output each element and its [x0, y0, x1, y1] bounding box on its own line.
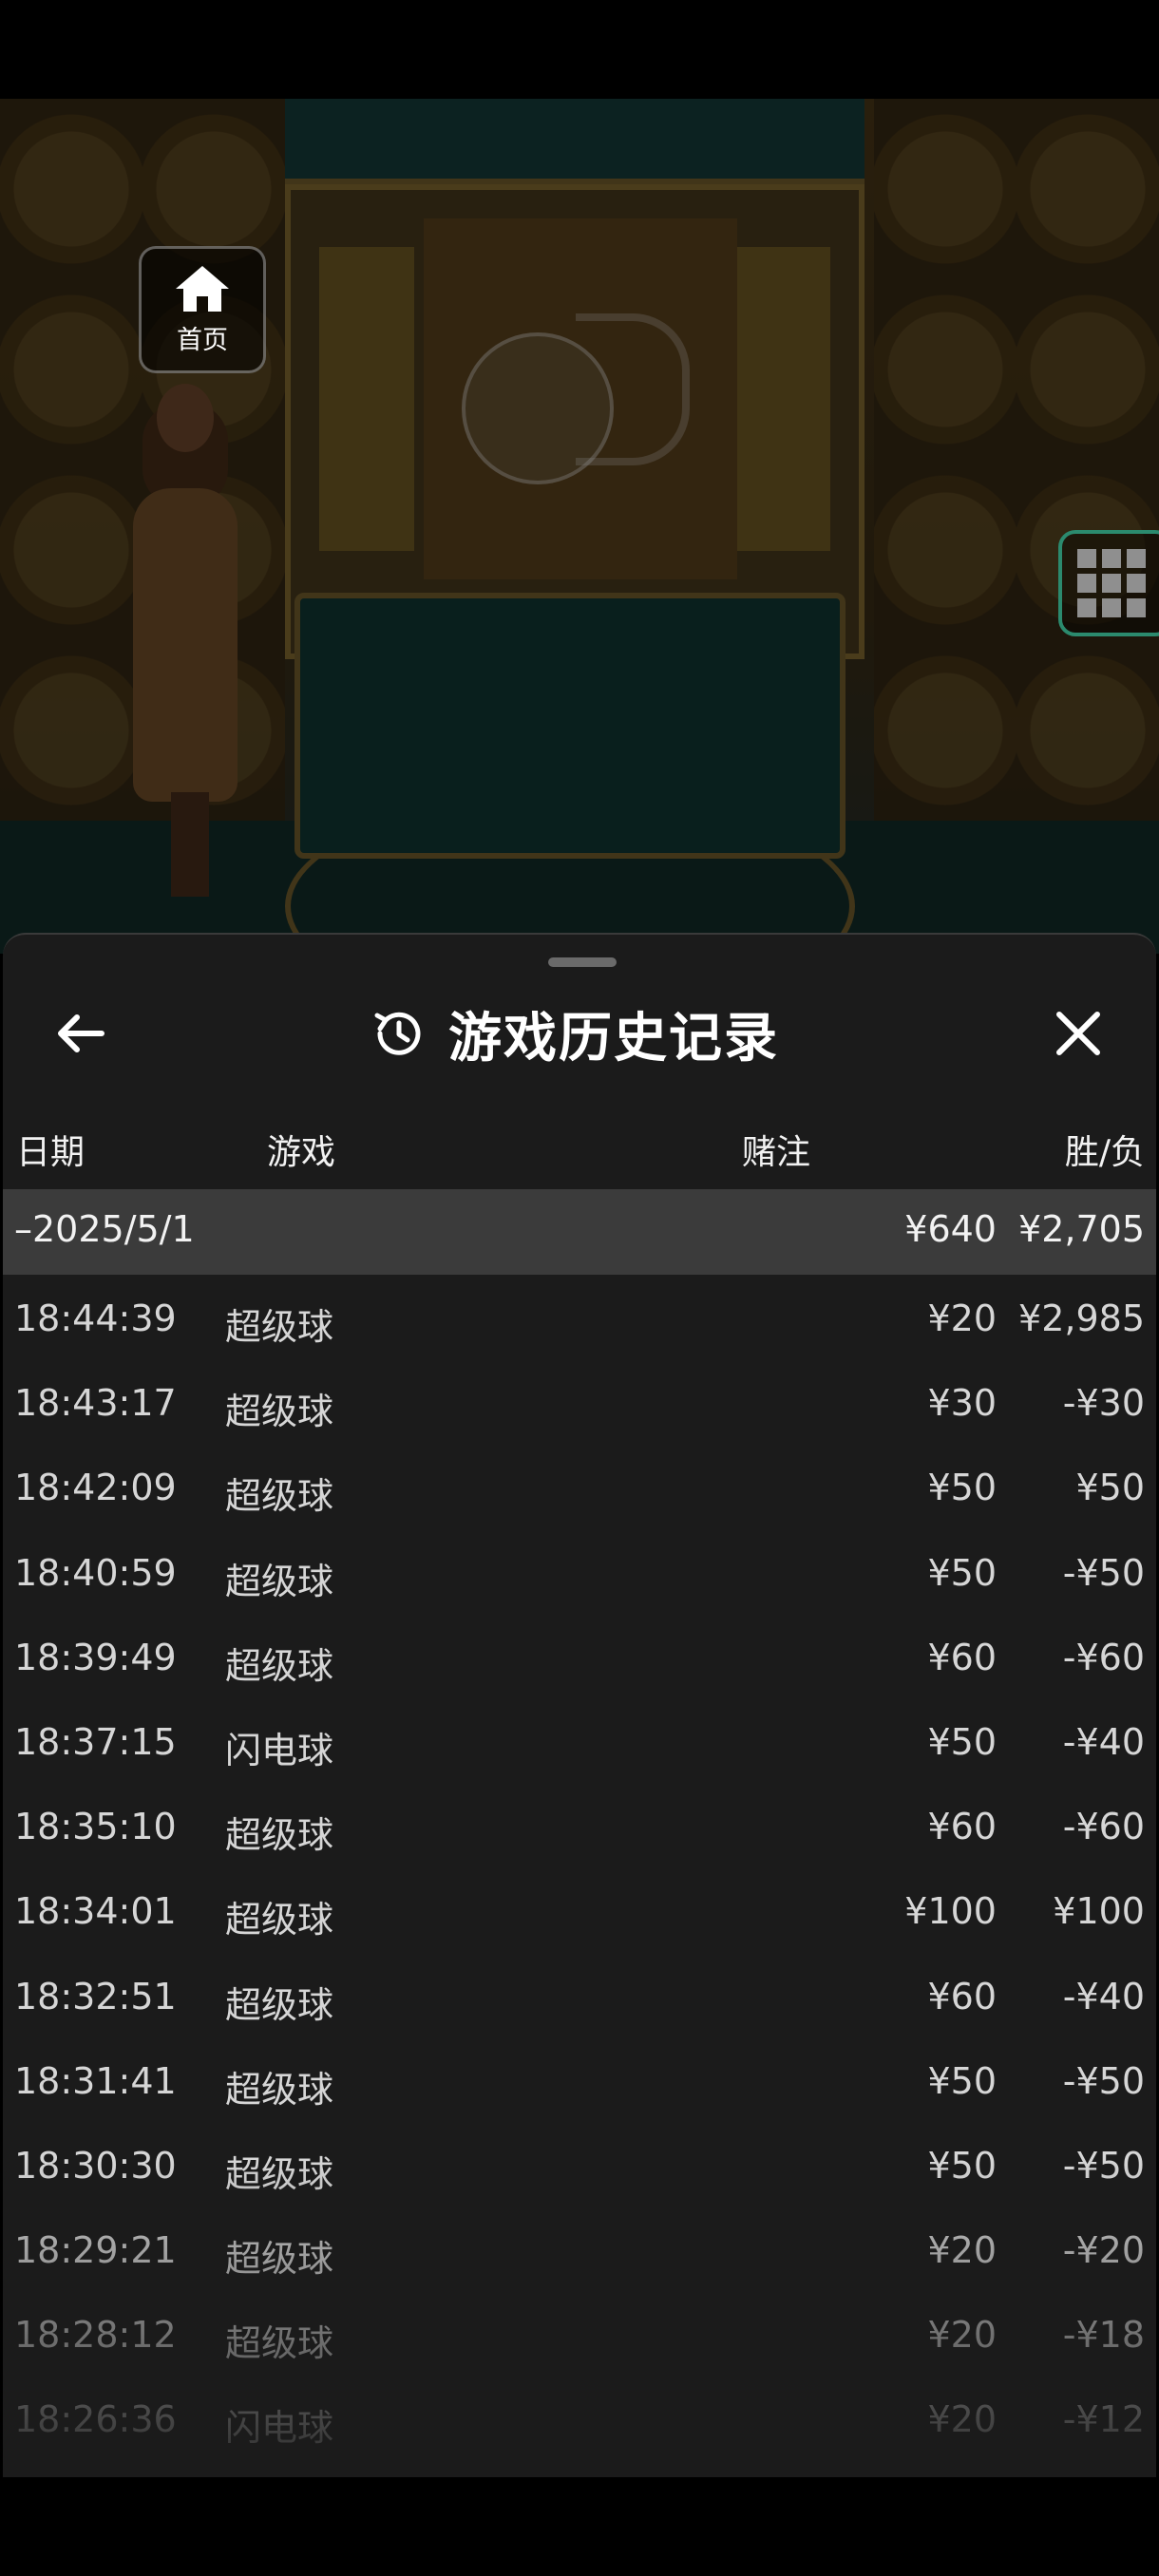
- row-time: 18:26:36: [14, 2398, 177, 2441]
- row-win-loss: ¥100: [1053, 1890, 1145, 1933]
- close-icon[interactable]: [1048, 1003, 1109, 1064]
- table-row[interactable]: 18:28:12 超级球 ¥20 -¥18: [3, 2291, 1156, 2376]
- table-row[interactable]: 18:30:30 超级球 ¥50 -¥50: [3, 2122, 1156, 2207]
- row-bet: ¥20: [927, 2229, 997, 2272]
- row-game: 超级球: [225, 1391, 334, 1433]
- table-row[interactable]: 18:37:15 闪电球 ¥50 -¥40: [3, 1698, 1156, 1783]
- row-bet: ¥20: [927, 2398, 997, 2441]
- row-win-loss: -¥50: [1062, 2059, 1145, 2102]
- row-time: 18:37:15: [14, 1720, 177, 1763]
- row-time: 18:40:59: [14, 1551, 177, 1594]
- column-header-win-loss: 胜/负: [1064, 1133, 1145, 1172]
- row-win-loss: -¥20: [1062, 2229, 1145, 2272]
- row-game: 超级球: [225, 1306, 334, 1348]
- table-row[interactable]: 18:39:49 超级球 ¥60 -¥60: [3, 1614, 1156, 1698]
- row-time: 18:34:01: [14, 1890, 177, 1933]
- row-win-loss: -¥50: [1062, 1551, 1145, 1594]
- row-time: 18:32:51: [14, 1975, 177, 2017]
- row-game: 超级球: [225, 2322, 334, 2365]
- row-time: 18:28:12: [14, 2314, 177, 2357]
- panel-title: 游戏历史记录: [448, 1007, 779, 1070]
- row-win-loss: -¥12: [1062, 2398, 1145, 2441]
- row-bet: ¥50: [927, 2059, 997, 2102]
- home-icon: [176, 265, 229, 312]
- row-game: 超级球: [225, 1899, 334, 1941]
- home-label: 首页: [177, 325, 228, 355]
- row-bet: ¥50: [927, 1720, 997, 1763]
- navigation-bar: [0, 2477, 1159, 2576]
- row-game: 超级球: [225, 1814, 334, 1857]
- table-row[interactable]: 18:43:17 超级球 ¥30 -¥30: [3, 1359, 1156, 1444]
- row-bet: ¥50: [927, 2144, 997, 2187]
- row-time: 18:35:10: [14, 1806, 177, 1848]
- status-bar: [0, 0, 1159, 99]
- history-icon: [374, 1012, 421, 1055]
- row-time: 18:31:41: [14, 2059, 177, 2102]
- row-bet: ¥20: [927, 2314, 997, 2357]
- row-win-loss: ¥2,985: [1018, 1297, 1145, 1339]
- date-group-bet-total: ¥640: [904, 1208, 997, 1250]
- row-win-loss: -¥60: [1062, 1806, 1145, 1848]
- table-row[interactable]: 18:32:51 超级球 ¥60 -¥40: [3, 1953, 1156, 2037]
- row-bet: ¥60: [927, 1636, 997, 1678]
- drag-handle[interactable]: [548, 957, 617, 967]
- date-group-date: –2025/5/1: [14, 1208, 195, 1250]
- row-game: 超级球: [225, 2152, 334, 2195]
- column-header-game: 游戏: [267, 1133, 336, 1172]
- table-row[interactable]: 18:34:01 超级球 ¥100 ¥100: [3, 1867, 1156, 1952]
- row-bet: ¥50: [927, 1551, 997, 1594]
- row-win-loss: -¥18: [1062, 2314, 1145, 2357]
- row-game: 超级球: [225, 1983, 334, 2026]
- row-bet: ¥100: [904, 1890, 997, 1933]
- date-group-win-loss-total: ¥2,705: [1018, 1208, 1145, 1250]
- row-game: 超级球: [225, 1475, 334, 1518]
- row-game: 超级球: [225, 2068, 334, 2111]
- row-win-loss: -¥40: [1062, 1720, 1145, 1763]
- column-header-bet: 赌注: [742, 1133, 811, 1172]
- table-row[interactable]: 18:42:09 超级球 ¥50 ¥50: [3, 1444, 1156, 1528]
- row-bet: ¥60: [927, 1975, 997, 2017]
- row-bet: ¥50: [927, 1467, 997, 1509]
- row-game: 闪电球: [225, 2407, 334, 2450]
- arrow-left-icon[interactable]: [52, 1005, 109, 1062]
- live-video-stream: [0, 99, 1159, 954]
- row-game: 超级球: [225, 2238, 334, 2281]
- row-bet: ¥20: [927, 1297, 997, 1339]
- table-row[interactable]: 18:35:10 超级球 ¥60 -¥60: [3, 1783, 1156, 1867]
- table-row[interactable]: 18:29:21 超级球 ¥20 -¥20: [3, 2207, 1156, 2291]
- row-game: 闪电球: [225, 1729, 334, 1771]
- row-win-loss: ¥50: [1075, 1467, 1145, 1509]
- row-bet: ¥60: [927, 1806, 997, 1848]
- row-time: 18:29:21: [14, 2229, 177, 2272]
- row-time: 18:42:09: [14, 1467, 177, 1509]
- row-game: 超级球: [225, 1560, 334, 1602]
- panel-header: 游戏历史记录: [3, 988, 1156, 1079]
- table-row[interactable]: 18:40:59 超级球 ¥50 -¥50: [3, 1529, 1156, 1614]
- game-history-panel: 游戏历史记录 日期 游戏 赌注 胜/负 –2025/5/1 ¥640 ¥2,70…: [3, 933, 1156, 2477]
- row-time: 18:39:49: [14, 1636, 177, 1678]
- column-header-date: 日期: [16, 1133, 86, 1172]
- row-time: 18:44:39: [14, 1297, 177, 1339]
- home-button[interactable]: 首页: [139, 246, 266, 373]
- table-row[interactable]: 18:44:39 超级球 ¥20 ¥2,985: [3, 1275, 1156, 1359]
- panel-title-group: 游戏历史记录: [369, 988, 779, 1079]
- row-time: 18:30:30: [14, 2144, 177, 2187]
- row-time: 18:43:17: [14, 1382, 177, 1425]
- table-row[interactable]: 18:31:41 超级球 ¥50 -¥50: [3, 2037, 1156, 2122]
- row-bet: ¥30: [927, 1382, 997, 1425]
- grid-icon: [1077, 549, 1146, 617]
- history-list: 18:44:39 超级球 ¥20 ¥2,985 18:43:17 超级球 ¥30…: [3, 1275, 1156, 2461]
- row-game: 超级球: [225, 1644, 334, 1687]
- row-win-loss: -¥30: [1062, 1382, 1145, 1425]
- game-menu-button[interactable]: [1058, 530, 1159, 636]
- row-win-loss: -¥40: [1062, 1975, 1145, 2017]
- date-group-row[interactable]: –2025/5/1 ¥640 ¥2,705: [3, 1189, 1156, 1275]
- row-win-loss: -¥60: [1062, 1636, 1145, 1678]
- row-win-loss: -¥50: [1062, 2144, 1145, 2187]
- table-row[interactable]: 18:26:36 闪电球 ¥20 -¥12: [3, 2376, 1156, 2460]
- table-header: 日期 游戏 赌注 胜/负: [3, 1115, 1156, 1182]
